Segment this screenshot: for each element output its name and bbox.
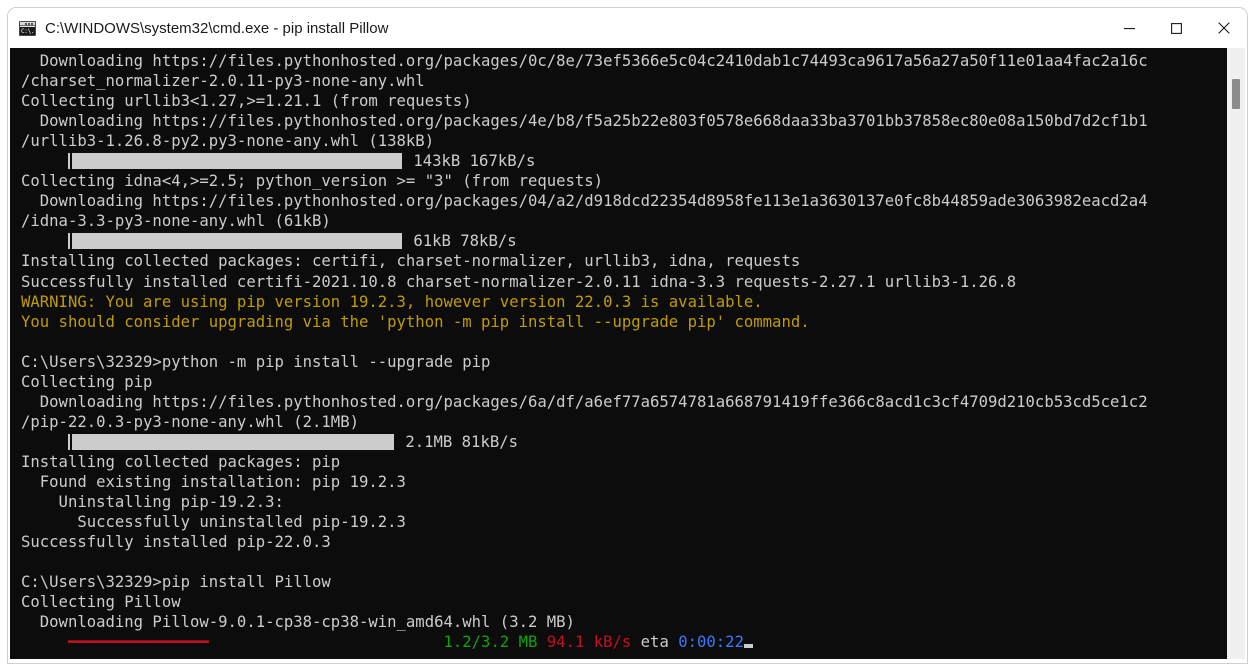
terminal-text: C:\Users\32329>pip install Pillow — [21, 573, 331, 592]
terminal-line: Downloading https://files.pythonhosted.o… — [21, 51, 1223, 71]
terminal-text: Collecting idna<4,>=2.5; python_version … — [21, 172, 604, 191]
progress-indent — [21, 433, 68, 451]
terminal-text: Collecting urllib3<1.27,>=1.21.1 (from r… — [21, 92, 472, 111]
window-title: C:\WINDOWS\system32\cmd.exe - pip instal… — [45, 19, 389, 37]
icon-titlebar-stripe — [20, 21, 35, 26]
terminal-line: 61kB 78kB/s — [21, 231, 1223, 251]
terminal-cursor — [743, 644, 753, 649]
terminal-line: Uninstalling pip-19.2.3: — [21, 492, 1223, 512]
progress-bar-start-marker — [67, 153, 70, 170]
terminal-line: Downloading https://files.pythonhosted.o… — [21, 392, 1223, 412]
scrollbar-thumb[interactable] — [1232, 78, 1240, 110]
cmd-prompt-icon[interactable]: C:\. — [19, 20, 36, 36]
terminal-line: Collecting pip — [21, 372, 1223, 392]
terminal-line: Collecting urllib3<1.27,>=1.21.1 (from r… — [21, 91, 1223, 111]
terminal-line: Downloading https://files.pythonhosted.o… — [21, 191, 1223, 211]
terminal-text: Downloading Pillow-9.0.1-cp38-cp38-win_a… — [21, 613, 575, 632]
terminal-text: /idna-3.3-py3-none-any.whl (61kB) — [21, 212, 331, 231]
icon-console-glyph: C:\. — [20, 26, 35, 35]
terminal-line: WARNING: You are using pip version 19.2.… — [21, 292, 1223, 312]
terminal-line: You should consider upgrading via the 'p… — [21, 312, 1223, 332]
screen-root: C:\. C:\WINDOWS\system32\cmd.exe - pip i… — [0, 0, 1255, 671]
terminal-text: ━━━━━━━━━━━━━━━ — [67, 633, 209, 652]
terminal-line: 143kB 167kB/s — [21, 151, 1223, 171]
terminal-line: Collecting idna<4,>=2.5; python_version … — [21, 171, 1223, 191]
progress-bar-start-marker — [67, 233, 70, 250]
terminal-line: /urllib3-1.26.8-py2.py3-none-any.whl (13… — [21, 131, 1223, 151]
terminal-line: Installing collected packages: certifi, … — [21, 251, 1223, 271]
terminal-text: Collecting pip — [21, 372, 153, 391]
progress-bar-label: 61kB 78kB/s — [403, 232, 517, 251]
progress-bar-label: 143kB 167kB/s — [403, 152, 536, 171]
terminal-text: Successfully installed certifi-2021.10.8… — [21, 272, 1017, 291]
terminal-text: Downloading https://files.pythonhosted.o… — [21, 112, 1148, 131]
terminal-text: WARNING: You are using pip version 19.2.… — [21, 292, 763, 311]
terminal-line: 2.1MB 81kB/s — [21, 432, 1223, 452]
progress-bar-fill — [71, 233, 402, 250]
terminal-line: C:\Users\32329>pip install Pillow — [21, 572, 1223, 592]
terminal-text: 1.2/3.2 MB — [443, 633, 538, 652]
terminal-text: Downloading https://files.pythonhosted.o… — [21, 392, 1148, 411]
terminal-output[interactable]: Downloading https://files.pythonhosted.o… — [10, 48, 1223, 661]
progress-bar-fill — [71, 153, 402, 170]
terminal-line: Downloading https://files.pythonhosted.o… — [21, 111, 1223, 131]
terminal-text: 94.1 kB/s — [546, 633, 632, 652]
progress-bar-start-marker — [67, 433, 70, 450]
terminal-text: /urllib3-1.26.8-py2.py3-none-any.whl (13… — [21, 132, 435, 151]
progress-bar-fill — [71, 433, 394, 450]
console-area[interactable]: Downloading https://files.pythonhosted.o… — [10, 48, 1245, 661]
terminal-line: Installing collected packages: pip — [21, 452, 1223, 472]
console-scrollbar[interactable] — [1227, 48, 1245, 661]
window-bottom-edge — [8, 659, 1247, 663]
terminal-text: You should consider upgrading via the 'p… — [21, 312, 810, 331]
terminal-line: /idna-3.3-py3-none-any.whl (61kB) — [21, 211, 1223, 231]
terminal-text: eta — [631, 633, 679, 652]
terminal-text: /pip-22.0.3-py3-none-any.whl (2.1MB) — [21, 412, 359, 431]
terminal-line: ━━━━━━━━━━━━━━━ 1.2/3.2 MB 94.1 kB/s eta… — [21, 632, 1223, 652]
terminal-text: /charset_normalizer-2.0.11-py3-none-any.… — [21, 72, 425, 91]
terminal-line: Successfully installed pip-22.0.3 — [21, 532, 1223, 552]
terminal-text: Successfully installed pip-22.0.3 — [21, 533, 331, 552]
terminal-line: C:\Users\32329>python -m pip install --u… — [21, 352, 1223, 372]
progress-bar-label: 2.1MB 81kB/s — [395, 432, 519, 451]
terminal-line: Successfully uninstalled pip-19.2.3 — [21, 512, 1223, 532]
terminal-text: 0:00:22 — [678, 633, 744, 652]
window-titlebar[interactable]: C:\. C:\WINDOWS\system32\cmd.exe - pip i… — [8, 8, 1247, 48]
terminal-line: /pip-22.0.3-py3-none-any.whl (2.1MB) — [21, 412, 1223, 432]
progress-indent — [21, 152, 68, 170]
close-button[interactable] — [1200, 8, 1247, 48]
window-controls — [1106, 8, 1247, 48]
terminal-text: Collecting Pillow — [21, 593, 181, 612]
maximize-button[interactable] — [1153, 8, 1200, 48]
terminal-text: Successfully uninstalled pip-19.2.3 — [21, 513, 406, 532]
terminal-text: Installing collected packages: certifi, … — [21, 252, 801, 271]
terminal-line: Downloading Pillow-9.0.1-cp38-cp38-win_a… — [21, 612, 1223, 632]
terminal-line: Successfully installed certifi-2021.10.8… — [21, 272, 1223, 292]
progress-indent — [21, 232, 68, 250]
terminal-text: Downloading https://files.pythonhosted.o… — [21, 192, 1148, 211]
terminal-line: /charset_normalizer-2.0.11-py3-none-any.… — [21, 71, 1223, 91]
terminal-text: Uninstalling pip-19.2.3: — [21, 493, 284, 512]
terminal-text: Found existing installation: pip 19.2.3 — [21, 472, 406, 491]
cmd-window: C:\. C:\WINDOWS\system32\cmd.exe - pip i… — [8, 8, 1247, 663]
terminal-line: Found existing installation: pip 19.2.3 — [21, 472, 1223, 492]
terminal-text: Installing collected packages: pip — [21, 452, 341, 471]
terminal-text: Downloading https://files.pythonhosted.o… — [21, 52, 1148, 70]
terminal-line: Collecting Pillow — [21, 592, 1223, 612]
terminal-text: C:\Users\32329>python -m pip install --u… — [21, 352, 491, 371]
minimize-button[interactable] — [1106, 8, 1153, 48]
